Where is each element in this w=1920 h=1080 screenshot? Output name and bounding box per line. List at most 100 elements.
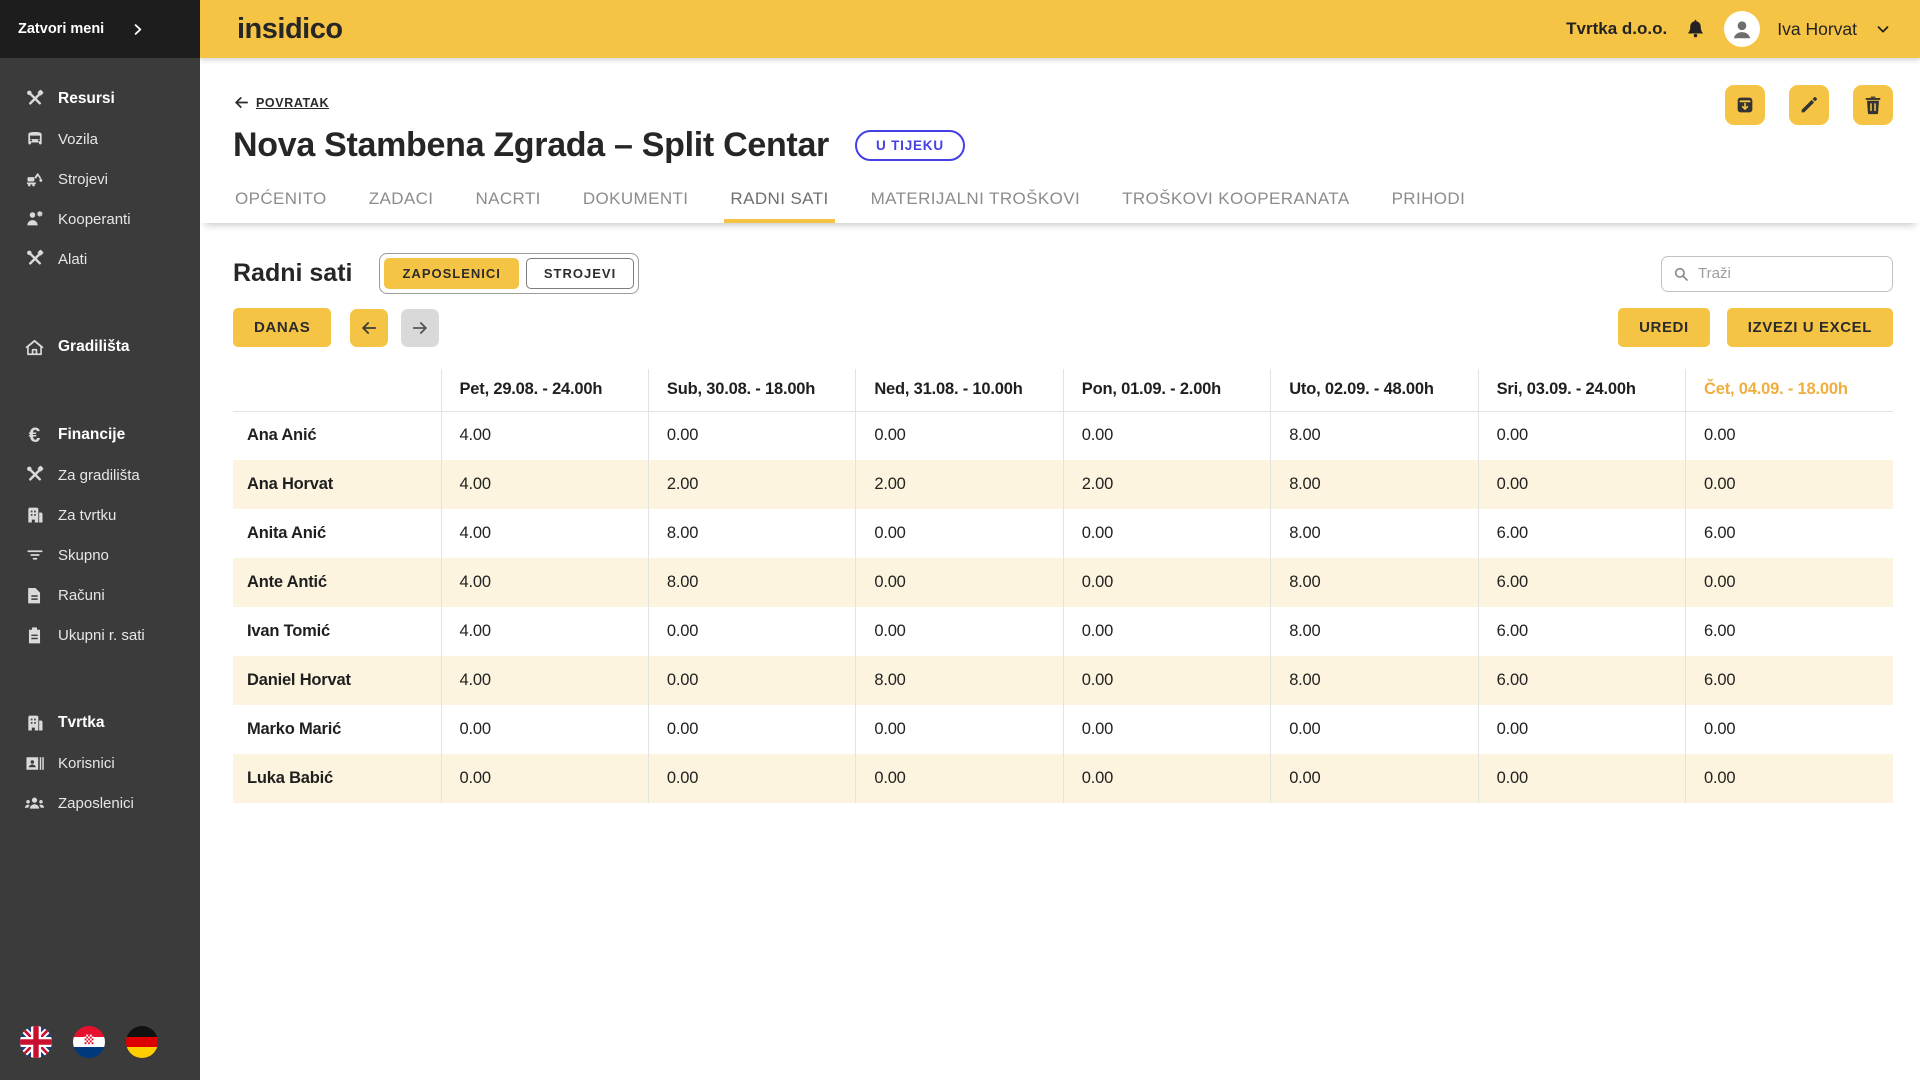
- tab-opcenito[interactable]: OPĆENITO: [233, 183, 329, 223]
- hours-cell: 2.00: [856, 460, 1063, 509]
- hours-cell: 0.00: [1686, 558, 1893, 607]
- title-row: Nova Stambena Zgrada – Split Centar U TI…: [233, 126, 1893, 165]
- topbar: insidico Tvrtka d.o.o. Iva Horvat: [200, 0, 1920, 58]
- chevron-down-icon[interactable]: [1874, 20, 1892, 38]
- language-de-button[interactable]: [126, 1026, 158, 1058]
- language-hr-button[interactable]: [73, 1026, 105, 1058]
- tabs-strip: OPĆENITO ZADACI NACRTI DOKUMENTI RADNI SATI M…: [200, 183, 1920, 223]
- sidebar-item-label: Gradilišta: [58, 338, 130, 356]
- archive-download-icon: [1734, 94, 1756, 116]
- sidebar-item-label: Strojevi: [58, 171, 108, 188]
- employee-name-cell: Ante Antić: [233, 558, 441, 607]
- sidebar-item-skupno[interactable]: Skupno: [0, 535, 200, 575]
- arrow-left-icon: [359, 318, 379, 338]
- table-row: Marko Marić0.000.000.000.000.000.000.00: [233, 705, 1893, 754]
- hours-cell: 0.00: [648, 607, 855, 656]
- language-en-button[interactable]: [20, 1026, 52, 1058]
- tools-icon: [24, 89, 45, 109]
- user-avatar[interactable]: [1724, 11, 1760, 47]
- table-action-buttons: UREDI IZVEZI U EXCEL: [1618, 308, 1893, 347]
- toggle-strojevi-button[interactable]: STROJEVI: [526, 258, 634, 289]
- hours-cell: 8.00: [1271, 460, 1478, 509]
- export-excel-button[interactable]: IZVEZI U EXCEL: [1727, 308, 1893, 347]
- sidebar-item-ukupni-r-sati[interactable]: Ukupni r. sati: [0, 615, 200, 655]
- hours-cell: 0.00: [856, 509, 1063, 558]
- sidebar-item-korisnici[interactable]: Korisnici: [0, 743, 200, 783]
- delete-project-button[interactable]: [1853, 85, 1893, 125]
- sidebar: Zatvori meni ResursiVozila Strojevi Kooper…: [0, 0, 200, 1080]
- hours-cell: 0.00: [1063, 656, 1270, 705]
- previous-week-button[interactable]: [350, 309, 388, 347]
- people-icon: [24, 793, 45, 814]
- table-header: Pet, 29.08. - 24.00hSub, 30.08. - 18.00h…: [233, 369, 1893, 411]
- table-row: Daniel Horvat4.000.008.000.008.006.006.0…: [233, 656, 1893, 705]
- tab-dokumenti[interactable]: DOKUMENTI: [581, 183, 691, 223]
- hours-cell: 0.00: [856, 558, 1063, 607]
- sidebar-item-alati[interactable]: Alati: [0, 239, 200, 279]
- sidebar-item-resursi[interactable]: Resursi: [0, 79, 200, 119]
- sidebar-item-zaposlenici[interactable]: Zaposlenici: [0, 783, 200, 823]
- sidebar-item-tvrtka[interactable]: Tvrtka: [0, 703, 200, 743]
- back-link-label: POVRATAK: [256, 96, 329, 110]
- tab-nacrti[interactable]: NACRTI: [473, 183, 542, 223]
- day-column-header: Ned, 31.08. - 10.00h: [856, 369, 1063, 411]
- hours-cell: 4.00: [441, 558, 648, 607]
- sidebar-item-financije[interactable]: €Financije: [0, 415, 200, 455]
- tab-troskovi-kooperanata[interactable]: TROŠKOVI KOOPERANATA: [1120, 183, 1351, 223]
- sidebar-item-vozila[interactable]: Vozila: [0, 119, 200, 159]
- hours-cell: 0.00: [1686, 705, 1893, 754]
- today-button[interactable]: DANAS: [233, 308, 331, 347]
- sidebar-group-gradilista: Gradilišta: [0, 327, 200, 367]
- edit-hours-button[interactable]: UREDI: [1618, 308, 1710, 347]
- hours-cell: 0.00: [1478, 411, 1685, 460]
- day-column-header: Pon, 01.09. - 2.00h: [1063, 369, 1270, 411]
- hours-cell: 6.00: [1686, 656, 1893, 705]
- tab-materijalni-troskovi[interactable]: MATERIJALNI TROŠKOVI: [869, 183, 1083, 223]
- arrow-right-icon: [410, 318, 430, 338]
- car-icon: [24, 129, 45, 149]
- sidebar-item-za-gradilista[interactable]: Za gradilišta: [0, 455, 200, 495]
- company-name: Tvrtka d.o.o.: [1566, 19, 1667, 39]
- employee-name-cell: Ivan Tomić: [233, 607, 441, 656]
- hours-cell: 6.00: [1478, 607, 1685, 656]
- sidebar-item-za-tvrtku[interactable]: Za tvrtku: [0, 495, 200, 535]
- sidebar-item-gradilista[interactable]: Gradilišta: [0, 327, 200, 367]
- tab-prihodi[interactable]: PRIHODI: [1390, 183, 1468, 223]
- sidebar-item-label: Alati: [58, 251, 87, 268]
- next-week-button[interactable]: [401, 309, 439, 347]
- building-icon: [24, 713, 45, 733]
- hours-cell: 4.00: [441, 607, 648, 656]
- table-row: Ana Anić4.000.000.000.008.000.000.00: [233, 411, 1893, 460]
- hours-cell: 0.00: [648, 705, 855, 754]
- sidebar-item-kooperanti[interactable]: Kooperanti: [0, 199, 200, 239]
- tab-zadaci[interactable]: ZADACI: [367, 183, 436, 223]
- flag-croatia-icon: [73, 1026, 105, 1058]
- notifications-bell-icon[interactable]: [1684, 18, 1707, 41]
- search-box: [1661, 256, 1893, 292]
- topbar-right: Tvrtka d.o.o. Iva Horvat: [1566, 11, 1892, 47]
- pencil-icon: [1798, 94, 1820, 116]
- archive-download-button[interactable]: [1725, 85, 1765, 125]
- sidebar-item-racuni[interactable]: Računi: [0, 575, 200, 615]
- sidebar-item-strojevi[interactable]: Strojevi: [0, 159, 200, 199]
- hours-cell: 0.00: [648, 656, 855, 705]
- hours-cell: 8.00: [648, 558, 855, 607]
- search-input[interactable]: [1698, 265, 1882, 282]
- hours-cell: 0.00: [856, 705, 1063, 754]
- hours-cell: 0.00: [648, 411, 855, 460]
- back-link[interactable]: POVRATAK: [233, 94, 329, 111]
- app-logo: insidico: [237, 13, 343, 46]
- toggle-zaposlenici-button[interactable]: ZAPOSLENICI: [384, 258, 518, 289]
- edit-project-button[interactable]: [1789, 85, 1829, 125]
- tab-radni-sati[interactable]: RADNI SATI: [728, 183, 830, 223]
- sidebar-item-label: Računi: [58, 587, 105, 604]
- employee-name-cell: Marko Marić: [233, 705, 441, 754]
- hours-cell: 0.00: [856, 411, 1063, 460]
- tabs: OPĆENITO ZADACI NACRTI DOKUMENTI RADNI SATI M…: [233, 183, 1893, 223]
- hours-cell: 4.00: [441, 411, 648, 460]
- sidebar-collapse-button[interactable]: Zatvori meni: [0, 0, 200, 58]
- sidebar-item-label: Za gradilišta: [58, 467, 140, 484]
- table-row: Ante Antić4.008.000.000.008.006.000.00: [233, 558, 1893, 607]
- table-row: Ivan Tomić4.000.000.000.008.006.006.00: [233, 607, 1893, 656]
- sidebar-item-label: Skupno: [58, 547, 109, 564]
